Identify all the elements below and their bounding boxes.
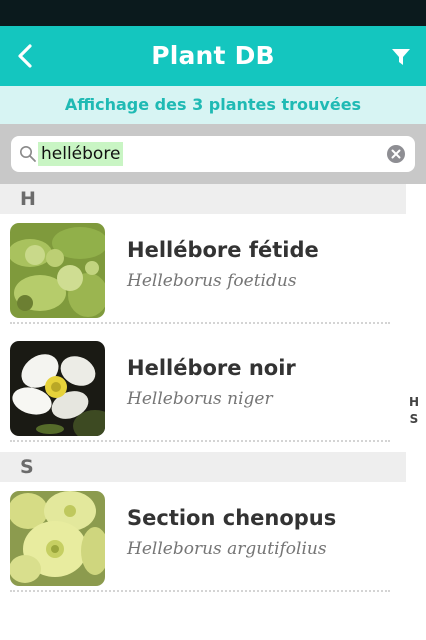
- list-item[interactable]: Hellébore fétide Helleborus foetidus: [0, 214, 406, 324]
- section-header-s: S: [0, 452, 406, 482]
- plant-latin-name: Helleborus argutifolius: [127, 539, 327, 559]
- search-area: hellébore: [0, 124, 426, 184]
- status-bar: [0, 0, 426, 26]
- row-divider: [10, 440, 390, 442]
- index-letter-h[interactable]: H: [406, 394, 422, 411]
- nav-bar: Plant DB: [0, 26, 426, 86]
- plant-name: Section chenopus: [127, 506, 337, 530]
- results-count-banner: Affichage des 3 plantes trouvées: [0, 86, 426, 124]
- row-divider: [10, 590, 390, 592]
- page-title: Plant DB: [151, 41, 275, 70]
- plant-latin-name: Helleborus niger: [127, 389, 273, 409]
- list-item[interactable]: Section chenopus Helleborus argutifolius: [0, 482, 406, 592]
- search-value: hellébore: [38, 142, 124, 166]
- list-item[interactable]: Hellébore noir Helleborus niger: [0, 332, 406, 442]
- plant-thumbnail: [10, 341, 105, 436]
- section-index[interactable]: H S: [406, 394, 422, 428]
- index-letter-s[interactable]: S: [406, 411, 422, 428]
- plant-thumbnail: [10, 491, 105, 586]
- plant-name: Hellébore fétide: [127, 238, 319, 262]
- search-icon: [19, 145, 37, 163]
- section-header-h: H: [0, 184, 406, 214]
- plant-thumbnail: [10, 223, 105, 318]
- filter-icon[interactable]: [386, 42, 416, 72]
- row-divider: [10, 322, 390, 324]
- search-input[interactable]: hellébore: [11, 136, 415, 172]
- clear-icon[interactable]: [386, 144, 406, 164]
- plant-latin-name: Helleborus foetidus: [127, 271, 297, 291]
- plant-name: Hellébore noir: [127, 356, 296, 380]
